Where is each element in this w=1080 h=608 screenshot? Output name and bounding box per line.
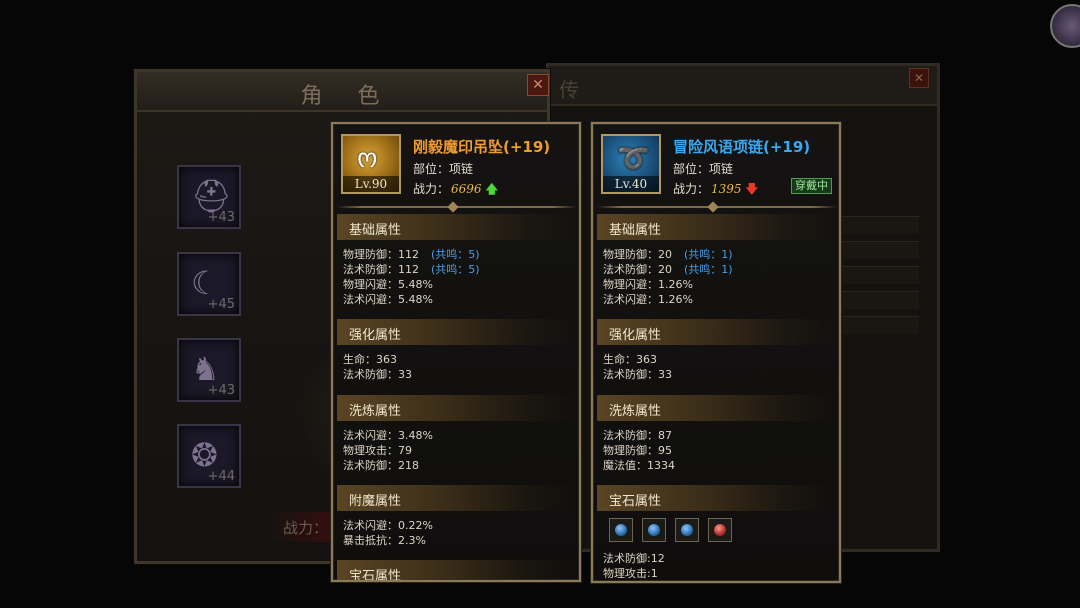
item-header: ო Lv.90 刚毅魔印吊坠(+19) 部位：项链 战力： 6696 🡅 <box>333 124 579 204</box>
item-power-label: 战力： <box>673 182 710 196</box>
attribute-line: 物理攻击：79 <box>343 444 412 457</box>
attribute-text: 物理防御：20 <box>603 248 672 261</box>
attribute-line: 法术防御：20 (共鸣：1) <box>603 261 733 277</box>
attribute-line: 生命：363 <box>603 353 657 366</box>
resonance-text: (共鸣：1) <box>684 263 733 276</box>
attribute-line: 物理防御：112 (共鸣：5) <box>343 246 480 262</box>
section-title: 宝石属性 <box>609 494 662 509</box>
section-title: 基础属性 <box>349 223 402 238</box>
equip-slot-helmet[interactable]: ⛑ +43 <box>177 165 241 229</box>
section-header: 宝石属性 <box>337 560 577 582</box>
enhance-level: +45 <box>207 297 235 312</box>
item-power-label: 战力： <box>413 182 450 196</box>
enhance-level: +43 <box>207 383 235 398</box>
item-header: ➰ Lv.40 冒险风语项链(+19) 部位：项链 战力： 1395 🡇 穿戴中 <box>593 124 839 204</box>
section-header: 洗炼属性 <box>337 395 577 421</box>
section-header: 附魔属性 <box>337 485 577 511</box>
item-slot: 部位：项链 <box>673 162 734 176</box>
character-window-close-button[interactable]: ✕ <box>527 74 549 96</box>
equip-slot-boots[interactable]: ♞ +43 <box>177 338 241 402</box>
background-window-right-close-button[interactable]: ✕ <box>909 68 929 88</box>
section-title: 洗炼属性 <box>609 404 662 419</box>
attribute-line: 法术闪避：3.48% <box>343 429 433 442</box>
game-screen: 传 ✕ 角 色 ✕ ⛑ +43 ☾ +45 ♞ +43 ❂ +44 战力： ო … <box>0 0 1080 608</box>
section-title: 洗炼属性 <box>349 404 402 419</box>
divider <box>597 206 837 208</box>
resonance-text: (共鸣：5) <box>431 263 480 276</box>
resonance-text: (共鸣：5) <box>431 248 480 261</box>
item-power-value: 6696 <box>451 182 482 196</box>
enhance-level: +44 <box>207 469 235 484</box>
blue-gem-icon[interactable] <box>642 518 666 542</box>
section-title: 宝石属性 <box>349 569 402 582</box>
equip-slot-necklace[interactable]: ☾ +45 <box>177 252 241 316</box>
attribute-line: 暴击抵抗：2.3% <box>343 534 426 547</box>
background-window-right-title: 传 <box>559 78 579 102</box>
section-header: 宝石属性 <box>597 485 837 511</box>
attribute-line: 法术防御：87 <box>603 429 672 442</box>
red-gem-icon[interactable] <box>708 518 732 542</box>
attribute-line: 法术防御:12 <box>603 552 665 565</box>
attribute-text: 法术防御：20 <box>603 263 672 276</box>
item-power: 战力： 6696 🡅 <box>413 180 498 201</box>
blue-gem-icon[interactable] <box>675 518 699 542</box>
section-title: 基础属性 <box>609 223 662 238</box>
pendant-icon: ო <box>357 144 378 174</box>
item-tooltip-compare: ო Lv.90 刚毅魔印吊坠(+19) 部位：项链 战力： 6696 🡅 基础属性 … <box>331 122 581 582</box>
necklace-icon: ➰ <box>617 144 650 174</box>
arrow-up-icon: 🡅 <box>485 182 498 196</box>
section-header: 洗炼属性 <box>597 395 837 421</box>
attribute-line: 法术防御：33 <box>343 368 412 381</box>
section-header: 基础属性 <box>597 214 837 240</box>
item-tooltip-equipped: ➰ Lv.40 冒险风语项链(+19) 部位：项链 战力： 1395 🡇 穿戴中 基… <box>591 122 841 583</box>
item-power-value: 1395 <box>711 182 742 196</box>
equipped-badge: 穿戴中 <box>791 178 832 194</box>
attribute-line: 法术闪避：0.22% <box>343 519 433 532</box>
resonance-text: (共鸣：1) <box>684 248 733 261</box>
equip-slot-ring[interactable]: ❂ +44 <box>177 424 241 488</box>
attribute-line: 物理闪避：5.48% <box>343 278 433 291</box>
attribute-text: 法术防御：112 <box>343 263 419 276</box>
item-icon: ო Lv.90 <box>341 134 401 194</box>
background-window-right-header <box>549 66 937 106</box>
attribute-line: 物理防御：95 <box>603 444 672 457</box>
character-window-title: 角 色 <box>300 84 394 109</box>
attribute-line: 法术防御：112 (共鸣：5) <box>343 261 480 277</box>
section-title: 附魔属性 <box>349 494 402 509</box>
item-level: Lv.40 <box>603 176 659 192</box>
attribute-line: 法术防御：218 <box>343 459 419 472</box>
divider <box>337 206 577 208</box>
blue-gem-icon[interactable] <box>609 518 633 542</box>
attribute-line: 物理闪避：1.26% <box>603 278 693 291</box>
item-name: 冒险风语项链(+19) <box>673 138 811 156</box>
arrow-down-icon: 🡇 <box>745 182 758 196</box>
section-header: 强化属性 <box>337 319 577 345</box>
item-icon: ➰ Lv.40 <box>601 134 661 194</box>
item-level: Lv.90 <box>343 176 399 192</box>
section-header: 强化属性 <box>597 319 837 345</box>
attribute-line: 物理攻击:1 <box>603 567 658 580</box>
enhance-level: +43 <box>207 210 235 225</box>
attribute-line: 法术闪避：1.26% <box>603 293 693 306</box>
menu-orb-button[interactable] <box>1050 4 1080 48</box>
section-title: 强化属性 <box>349 328 402 343</box>
item-power: 战力： 1395 🡇 <box>673 180 758 201</box>
item-name: 刚毅魔印吊坠(+19) <box>413 138 551 156</box>
attribute-line: 物理防御：20 (共鸣：1) <box>603 246 733 262</box>
section-header: 基础属性 <box>337 214 577 240</box>
attribute-line: 法术防御：33 <box>603 368 672 381</box>
attribute-line: 生命：363 <box>343 353 397 366</box>
character-power-label: 战力： <box>283 519 329 537</box>
attribute-text: 物理防御：112 <box>343 248 419 261</box>
attribute-line: 法术闪避：5.48% <box>343 293 433 306</box>
section-title: 强化属性 <box>609 328 662 343</box>
item-slot: 部位：项链 <box>413 162 474 176</box>
attribute-line: 魔法值：1334 <box>603 459 675 472</box>
